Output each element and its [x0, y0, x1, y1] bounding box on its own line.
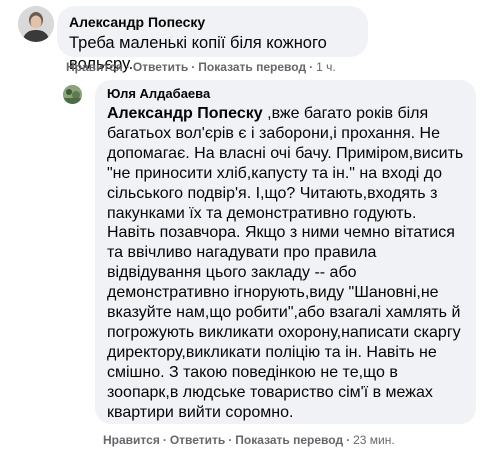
reply-body: ,вже багато років біля багатьох вол'єрів…	[107, 105, 464, 421]
comment-timestamp[interactable]: 1 ч.	[316, 60, 336, 74]
reply-avatar[interactable]	[63, 85, 82, 104]
reply-bubble: Юля Алдабаева Александр Попеску ,вже баг…	[95, 80, 476, 424]
separator: ·	[228, 433, 233, 447]
separator: ·	[191, 60, 196, 74]
profile-photo-icon	[18, 6, 54, 42]
comment-author[interactable]: Александр Попеску	[69, 14, 356, 31]
show-translation-button[interactable]: Показать перевод	[235, 433, 343, 447]
profile-photo-icon	[63, 85, 82, 104]
show-translation-button[interactable]: Показать перевод	[198, 60, 306, 74]
comment-bubble: Александр Попеску Треба маленькі копії б…	[57, 6, 368, 73]
separator: ·	[346, 433, 351, 447]
reply-button[interactable]: Ответить	[133, 60, 188, 74]
mention-link[interactable]: Александр Попеску	[107, 105, 263, 122]
reply-author[interactable]: Юля Алдабаева	[107, 86, 464, 102]
separator: ·	[125, 60, 130, 74]
reply-text: Александр Попеску ,вже багато років біля…	[107, 104, 464, 423]
comment-actions: Нравится · Ответить · Показать перевод ·…	[66, 60, 336, 74]
reply-timestamp[interactable]: 23 мин.	[353, 433, 395, 447]
avatar[interactable]	[18, 6, 54, 42]
like-button[interactable]: Нравится	[66, 60, 123, 74]
like-button[interactable]: Нравится	[103, 433, 160, 447]
reply-button[interactable]: Ответить	[170, 433, 225, 447]
separator: ·	[162, 433, 167, 447]
separator: ·	[309, 60, 314, 74]
reply-actions: Нравится · Ответить · Показать перевод ·…	[103, 433, 395, 447]
